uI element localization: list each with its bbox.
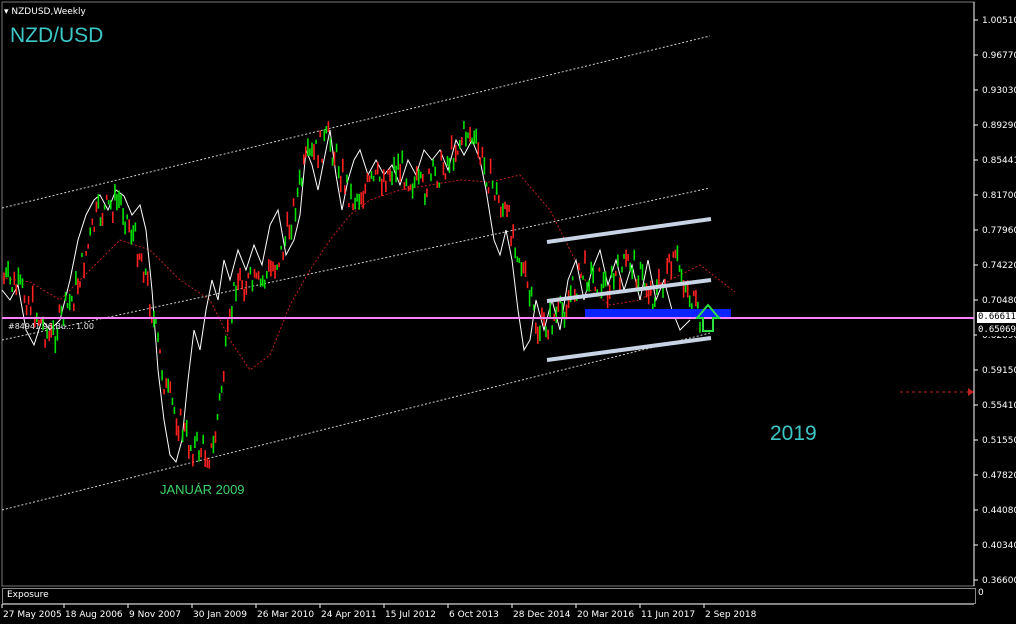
price-tick-label: 0.81700 [982, 191, 1016, 201]
price-axis-ticks: 1.00510 0.96770 0.93030 0.89290 0.85441 0.817… [974, 16, 1016, 586]
price-tick-label: 0.55410 [982, 401, 1016, 411]
indicator-label: #84941.96 Bu... 1.00 [8, 322, 94, 331]
time-tick-label: 20 Mar 2016 [577, 610, 634, 620]
time-tick-label: 6 Oct 2013 [449, 610, 499, 620]
time-tick-label: 2 Sep 2018 [705, 610, 757, 620]
price-tick-label: 0.85441 [982, 156, 1016, 166]
price-tick-label: 0.77960 [982, 226, 1016, 236]
time-tick-label: 27 May 2005 [3, 610, 62, 620]
time-tick-label: 11 Jun 2017 [641, 610, 695, 620]
exposure-panel[interactable]: Exposure [2, 588, 976, 604]
price-tick-label: 0.51550 [982, 436, 1016, 446]
price-tick-label: 0.47820 [982, 471, 1016, 481]
price-tick-label: 0.36600 [982, 576, 1016, 586]
price-tick-label: 0.70480 [982, 296, 1016, 306]
price-tick-label: 0.40340 [982, 541, 1016, 551]
time-axis-ticks: 27 May 2005 18 Aug 2006 9 Nov 2007 30 Jan 2… [1, 604, 757, 620]
support-zone[interactable] [585, 309, 731, 317]
time-tick-label: 15 Jul 2012 [385, 610, 436, 620]
time-tick-label: 28 Dec 2014 [513, 610, 571, 620]
price-tick-label: 0.74220 [982, 261, 1016, 271]
chevron-down-icon[interactable]: ▾ [4, 7, 9, 17]
symbol-timeframe-header[interactable]: ▾ NZDUSD,Weekly [4, 7, 86, 17]
time-tick-label: 9 Nov 2007 [129, 610, 181, 620]
price-tick-label: 0.96770 [982, 51, 1016, 61]
price-tick-label: 0.89290 [982, 121, 1016, 131]
price-chart[interactable]: 1.00510 0.96770 0.93030 0.89290 0.85441 0.817… [0, 0, 1016, 624]
price-tick-label: 0.93030 [982, 86, 1016, 96]
time-tick-label: 30 Jan 2009 [193, 610, 247, 620]
time-tick-label: 24 Apr 2011 [321, 610, 377, 620]
price-tick-label: 0.59150 [982, 366, 1016, 376]
exposure-scale-value: 0 [978, 588, 984, 598]
price-tick-label: 0.44080 [982, 506, 1016, 516]
time-tick-label: 26 Mar 2010 [257, 610, 314, 620]
current-price-tag: 0.66611 [977, 312, 1016, 323]
exposure-label: Exposure [7, 590, 49, 600]
secondary-price-tag: 0.65069 [977, 325, 1016, 336]
pair-title: NZD/USD [10, 24, 104, 47]
time-tick-label: 18 Aug 2006 [65, 610, 123, 620]
price-tick-label: 1.00510 [982, 16, 1016, 26]
symbol-timeframe-label: NZDUSD,Weekly [11, 7, 86, 17]
annotation-january-2009: JANUÁR 2009 [160, 482, 245, 497]
annotation-2019: 2019 [770, 422, 817, 445]
